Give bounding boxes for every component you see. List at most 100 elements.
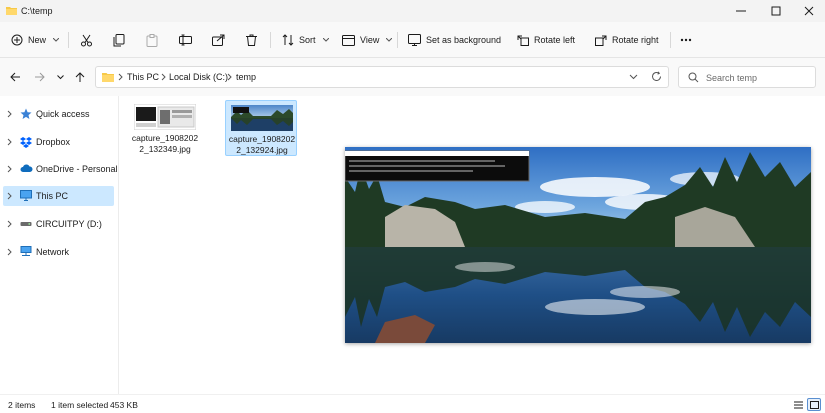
up-button[interactable]: [71, 68, 89, 86]
details-view-button[interactable]: [791, 398, 805, 411]
plus-circle-icon: [11, 34, 23, 46]
rotate-right-button[interactable]: Rotate right: [595, 29, 659, 51]
chevron-right-icon: [7, 192, 12, 200]
rotate-right-icon: [595, 35, 607, 46]
chevron-down-icon: [56, 74, 64, 79]
separator: [68, 32, 69, 48]
forward-button[interactable]: [30, 68, 48, 86]
search-icon: [688, 72, 699, 83]
preview-image: [344, 147, 811, 343]
window-title: C:\temp: [21, 6, 53, 16]
breadcrumb-this-pc[interactable]: This PC: [127, 72, 159, 82]
file-name: capture_19082022_132349.jpg: [131, 133, 199, 154]
cut-button[interactable]: [80, 29, 93, 51]
chevron-right-icon: [7, 165, 12, 173]
chevron-down-icon: [386, 38, 393, 42]
refresh-icon[interactable]: [651, 71, 662, 82]
sort-label: Sort: [299, 35, 316, 45]
folder-icon: [6, 7, 17, 15]
set-as-background-button[interactable]: Set as background: [408, 29, 501, 51]
copy-button[interactable]: [113, 29, 125, 51]
command-bar: New Sort View Set as background Rotate l…: [0, 22, 825, 58]
wallpaper-icon: [408, 34, 421, 46]
nav-item-onedrive[interactable]: OneDrive - Personal: [3, 159, 118, 179]
rotate-left-button[interactable]: Rotate left: [517, 29, 575, 51]
breadcrumb-local-disk[interactable]: Local Disk (C:): [169, 72, 228, 82]
status-item-count: 2 items: [8, 400, 36, 410]
nav-label-circuitpy: CIRCUITPY (D:): [36, 219, 102, 229]
computer-icon: [20, 190, 32, 201]
nav-item-quick-access[interactable]: Quick access: [3, 104, 114, 124]
nav-label-dropbox: Dropbox: [36, 137, 71, 147]
dropbox-icon: [20, 137, 32, 148]
search-placeholder: Search temp: [706, 73, 758, 83]
file-thumbnail: [134, 104, 196, 130]
arrow-left-icon: [9, 72, 20, 82]
sort-button[interactable]: Sort: [282, 29, 329, 51]
chevron-right-icon: [7, 248, 12, 256]
tiles-view-button[interactable]: [807, 398, 821, 411]
navigation-pane: Quick access Dropbox OneDrive - Personal…: [0, 96, 118, 394]
chevron-right-icon: [227, 73, 232, 81]
chevron-down-icon: [53, 38, 60, 42]
nav-label-onedrive: OneDrive - Personal: [36, 164, 118, 174]
arrow-up-icon: [75, 71, 85, 82]
copy-icon: [113, 33, 125, 46]
status-bar: 2 items 1 item selected 453 KB: [0, 394, 825, 413]
chevron-right-icon: [7, 220, 12, 228]
nav-item-this-pc[interactable]: This PC: [3, 186, 114, 206]
new-button[interactable]: New: [11, 29, 60, 51]
maximize-icon: [771, 6, 781, 16]
title-bar: C:\temp: [0, 0, 825, 22]
trash-icon: [246, 34, 257, 46]
network-icon: [20, 246, 32, 256]
star-icon: [20, 108, 32, 119]
nav-label-this-pc: This PC: [36, 191, 69, 201]
status-selected-size: 453 KB: [110, 400, 138, 410]
minimize-icon: [736, 10, 746, 12]
chevron-right-icon: [7, 110, 12, 118]
cloud-icon: [20, 164, 33, 172]
arrow-right-icon: [34, 72, 45, 82]
nav-item-dropbox[interactable]: Dropbox: [3, 132, 114, 152]
file-name: capture_19082022_132924.jpg: [228, 134, 296, 155]
share-button[interactable]: [212, 29, 225, 51]
separator: [270, 32, 271, 48]
chevron-right-icon: [7, 138, 12, 146]
paste-icon: [146, 33, 158, 47]
rename-button[interactable]: [179, 29, 192, 51]
nav-item-circuitpy[interactable]: CIRCUITPY (D:): [3, 214, 114, 234]
back-button[interactable]: [6, 68, 24, 86]
set-as-background-label: Set as background: [426, 35, 502, 45]
view-label: View: [360, 35, 380, 45]
recent-locations-button[interactable]: [51, 68, 69, 86]
file-thumbnail: [231, 105, 293, 131]
minimize-button[interactable]: [724, 0, 758, 22]
maximize-button[interactable]: [759, 0, 793, 22]
drive-icon: [20, 222, 32, 226]
chevron-down-icon: [322, 38, 329, 42]
nav-item-network[interactable]: Network: [3, 242, 114, 262]
search-box[interactable]: Search temp: [678, 66, 816, 88]
chevron-down-icon[interactable]: [629, 72, 638, 81]
nav-label-quick-access: Quick access: [36, 109, 90, 119]
close-button[interactable]: [792, 0, 825, 22]
status-selected-count: 1 item selected: [51, 400, 109, 410]
chevron-right-icon: [118, 73, 123, 81]
more-icon: [680, 38, 692, 42]
delete-button[interactable]: [246, 29, 257, 51]
view-button[interactable]: View: [342, 29, 393, 51]
separator: [397, 32, 398, 48]
file-item[interactable]: capture_19082022_132349.jpg: [129, 100, 201, 156]
file-item-selected[interactable]: capture_19082022_132924.jpg: [225, 100, 297, 156]
breadcrumb-temp[interactable]: temp: [236, 72, 256, 82]
paste-button[interactable]: [146, 29, 158, 51]
view-icon: [342, 34, 355, 46]
rotate-right-label: Rotate right: [612, 35, 659, 45]
scissors-icon: [81, 34, 92, 46]
address-bar[interactable]: This PC Local Disk (C:) temp: [95, 66, 669, 88]
details-view-icon: [793, 401, 803, 408]
folder-icon: [102, 73, 114, 82]
more-options-button[interactable]: [680, 29, 692, 51]
separator: [670, 32, 671, 48]
